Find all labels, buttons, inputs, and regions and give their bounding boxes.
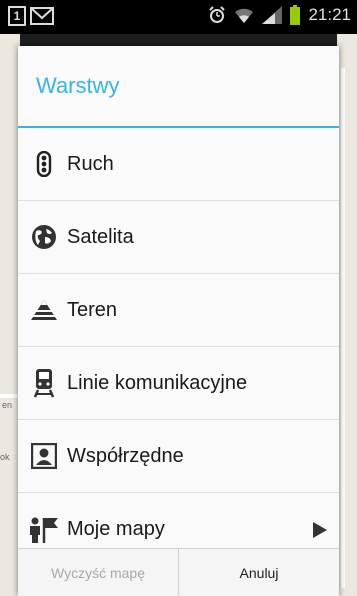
gmail-icon xyxy=(30,7,54,25)
map-background-right xyxy=(337,34,357,596)
globe-icon xyxy=(27,220,61,254)
cancel-button[interactable]: Anuluj xyxy=(179,549,339,596)
map-background-left: en ok xyxy=(0,34,20,596)
sim-icon: 1 xyxy=(8,6,26,26)
menu-item-label: Współrzędne xyxy=(67,444,184,467)
menu-item-label: Satelita xyxy=(67,225,134,248)
menu-item-satellite[interactable]: Satelita xyxy=(18,201,339,274)
dialog-title: Warstwy xyxy=(18,46,339,128)
clear-map-button[interactable]: Wyczyść mapę xyxy=(18,549,178,596)
clock: 21:21 xyxy=(308,5,351,24)
layers-dialog: Warstwy Ruch Satelita Teren Linie komuni… xyxy=(18,46,339,596)
menu-item-label: Teren xyxy=(67,298,118,321)
contact-card-icon xyxy=(27,439,61,473)
dialog-footer: Wyczyść mapę Anuluj xyxy=(18,548,339,596)
menu-item-label: Ruch xyxy=(67,152,114,175)
signal-icon xyxy=(262,6,283,24)
status-bar: 1 21:21 xyxy=(0,0,357,34)
train-icon xyxy=(27,366,61,400)
my-maps-icon xyxy=(27,513,61,547)
traffic-light-icon xyxy=(27,147,61,181)
alarm-icon xyxy=(209,6,226,23)
menu-item-terrain[interactable]: Teren xyxy=(18,274,339,347)
menu-item-traffic[interactable]: Ruch xyxy=(18,128,339,201)
submenu-arrow-icon xyxy=(309,520,329,540)
battery-icon xyxy=(290,5,301,25)
menu-item-transit[interactable]: Linie komunikacyjne xyxy=(18,347,339,420)
menu-item-label: Moje mapy xyxy=(67,518,165,540)
menu-item-label: Linie komunikacyjne xyxy=(67,371,248,394)
terrain-icon xyxy=(27,293,61,327)
wifi-icon xyxy=(235,8,254,23)
menu-item-coordinates[interactable]: Współrzędne xyxy=(18,420,339,493)
